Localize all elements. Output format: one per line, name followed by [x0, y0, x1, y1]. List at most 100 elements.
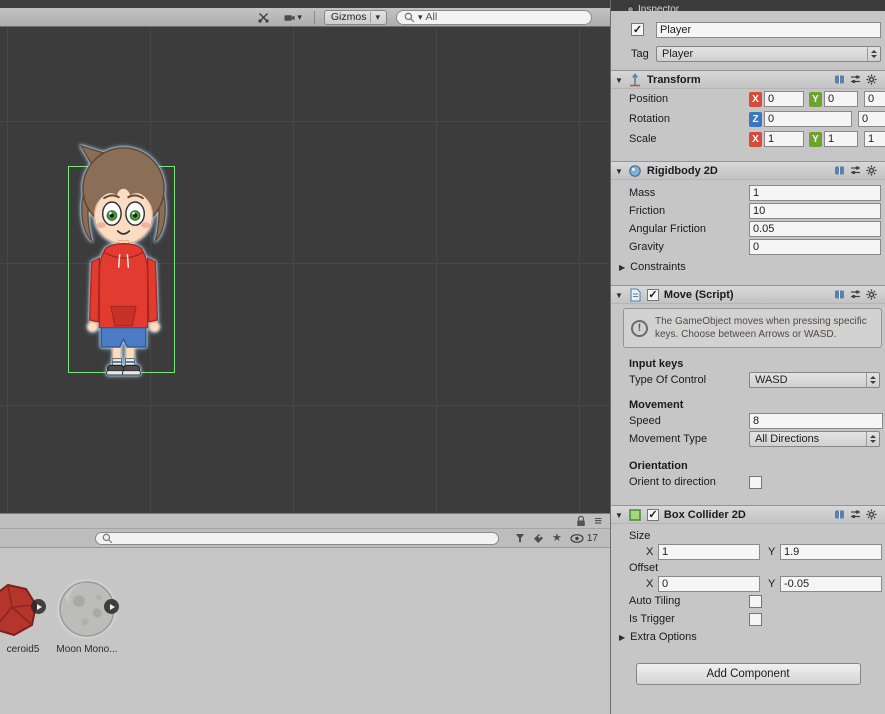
context-menu-gear-icon[interactable] — [866, 289, 877, 300]
project-panel: 17 ceroid5 Moon Mono... — [0, 513, 610, 714]
field-label: Scale — [629, 133, 657, 145]
asset-label[interactable]: ceroid5 — [0, 644, 46, 655]
foldout-open-icon[interactable] — [615, 74, 623, 86]
field-label: Auto Tiling — [629, 595, 681, 607]
help-icon[interactable] — [834, 509, 845, 520]
asset-label[interactable]: Moon Mono... — [52, 644, 122, 655]
x-letter: X — [646, 577, 654, 590]
help-icon[interactable] — [834, 74, 845, 85]
gravity-input[interactable] — [749, 239, 881, 255]
presets-icon[interactable] — [850, 165, 861, 176]
help-icon[interactable] — [834, 165, 845, 176]
asset-grid[interactable]: ceroid5 Moon Mono... — [0, 548, 610, 714]
tab-inspector[interactable]: Inspector — [611, 0, 689, 11]
scale-x-input[interactable] — [764, 131, 804, 147]
gravity-row: Gravity — [611, 238, 885, 256]
expand-sprite-button[interactable] — [31, 599, 46, 614]
box-collider2d-header[interactable]: Box Collider 2D — [611, 505, 885, 524]
foldout-open-icon[interactable] — [615, 509, 623, 521]
position-y-input[interactable] — [824, 91, 858, 107]
position-x-input[interactable] — [764, 91, 804, 107]
scale-row: Scale X Y — [611, 129, 885, 149]
scale-z-input[interactable] — [864, 131, 885, 147]
movement-type-dropdown[interactable]: All Directions — [749, 431, 880, 447]
is-trigger-checkbox[interactable] — [749, 612, 762, 626]
tools-icon — [258, 12, 269, 23]
expand-sprite-button[interactable] — [104, 599, 119, 614]
is-trigger-row: Is Trigger — [611, 610, 885, 628]
camera-icon — [284, 14, 295, 21]
constraints-foldout[interactable]: Constraints — [611, 258, 885, 275]
gizmos-label: Gizmos — [330, 11, 367, 23]
extra-options-foldout[interactable]: Extra Options — [611, 628, 885, 645]
gizmos-button[interactable]: Gizmos — [323, 9, 387, 25]
foldout-open-icon[interactable] — [615, 289, 623, 301]
play-arrow-icon — [37, 603, 42, 610]
presets-icon[interactable] — [850, 509, 861, 520]
tag-value: Player — [662, 47, 694, 60]
project-search-bar: 17 — [0, 529, 610, 548]
search-by-type-icon[interactable] — [515, 533, 525, 543]
type-of-control-dropdown[interactable]: WASD — [749, 372, 880, 388]
presets-icon[interactable] — [850, 74, 861, 85]
foldout-open-icon[interactable] — [615, 165, 623, 177]
component-enabled-checkbox[interactable] — [646, 288, 659, 301]
field-label: Mass — [629, 187, 656, 199]
help-icon[interactable] — [834, 289, 845, 300]
visibility-eye-icon[interactable] — [570, 533, 584, 543]
position-z-input[interactable] — [864, 91, 885, 107]
search-by-label-icon[interactable] — [533, 533, 544, 544]
auto-tiling-checkbox[interactable] — [749, 594, 762, 608]
orient-to-direction-checkbox[interactable] — [749, 475, 762, 489]
rigidbody2d-icon — [629, 164, 641, 177]
tag-dropdown[interactable]: Player — [656, 45, 881, 62]
chevron-down-icon — [297, 11, 302, 23]
offset-x-input[interactable] — [658, 575, 760, 592]
friction-input[interactable] — [749, 203, 881, 219]
axis-y-badge: Y — [809, 91, 822, 107]
component-enabled-checkbox[interactable] — [646, 508, 659, 521]
add-component-button[interactable]: Add Component — [635, 663, 861, 685]
chevron-down-icon — [375, 11, 380, 23]
speed-input[interactable] — [749, 413, 883, 429]
scene-viewport[interactable] — [0, 27, 610, 513]
saved-search-star-icon[interactable] — [552, 532, 562, 544]
size-x-input[interactable] — [658, 543, 760, 560]
dropdown-value: All Directions — [755, 433, 820, 445]
scene-search-field[interactable]: All — [396, 9, 592, 25]
active-checkbox[interactable] — [631, 23, 644, 36]
player-sprite[interactable] — [75, 144, 172, 376]
scene-tools-icon[interactable] — [255, 10, 272, 25]
presets-icon[interactable] — [850, 289, 861, 300]
dropdown-arrows-icon — [866, 432, 879, 446]
rotation-extra-input[interactable] — [858, 111, 885, 127]
field-label: Is Trigger — [629, 613, 675, 625]
y-letter: Y — [768, 545, 776, 558]
angular-friction-input[interactable] — [749, 221, 881, 237]
field-label: Position — [629, 93, 669, 105]
offset-y-input[interactable] — [780, 575, 882, 592]
axis-z-badge: Z — [749, 111, 762, 127]
transform-header[interactable]: Transform — [611, 70, 885, 89]
field-label: Speed — [629, 415, 661, 427]
scale-y-input[interactable] — [824, 131, 858, 147]
input-keys-heading: Input keys — [629, 357, 684, 370]
context-menu-gear-icon[interactable] — [866, 165, 877, 176]
lock-icon[interactable] — [576, 515, 586, 527]
info-icon — [631, 319, 648, 337]
auto-tiling-row: Auto Tiling — [611, 592, 885, 610]
rigidbody2d-header[interactable]: Rigidbody 2D — [611, 161, 885, 180]
orientation-heading: Orientation — [629, 459, 688, 472]
rotation-z-input[interactable] — [764, 111, 852, 127]
context-menu-gear-icon[interactable] — [866, 509, 877, 520]
panel-menu-icon[interactable] — [594, 514, 602, 528]
mass-input[interactable] — [749, 185, 881, 201]
context-menu-gear-icon[interactable] — [866, 74, 877, 85]
hidden-count-badge: 17 — [586, 532, 598, 544]
size-y-input[interactable] — [780, 543, 882, 560]
project-search-field[interactable] — [95, 531, 499, 545]
move-script-header[interactable]: Move (Script) — [611, 285, 885, 304]
camera-settings-button[interactable] — [281, 10, 305, 25]
script-icon — [630, 287, 641, 302]
name-input[interactable] — [656, 21, 881, 38]
